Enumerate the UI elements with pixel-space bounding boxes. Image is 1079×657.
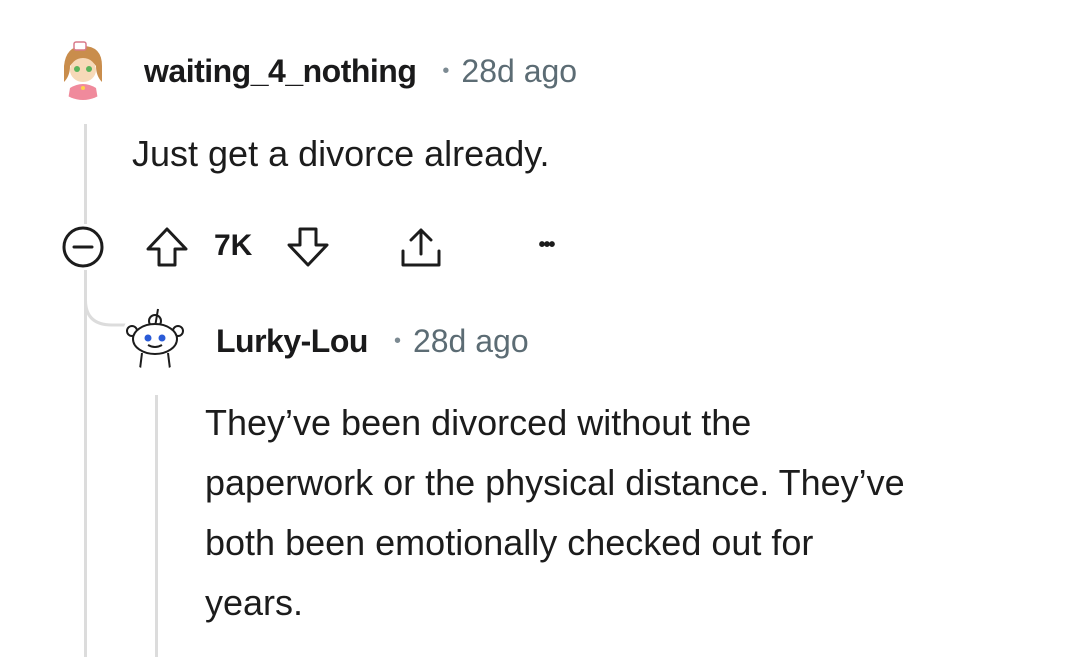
- separator-dot: •: [442, 59, 450, 82]
- more-options-button[interactable]: •••: [522, 228, 570, 262]
- snoo-avatar-icon: [52, 38, 114, 100]
- vote-score: 7K: [214, 229, 253, 262]
- reply-header: Lurky-Lou • 28d ago: [216, 320, 529, 362]
- reply-body: They’ve been divorced without the paperw…: [205, 393, 905, 633]
- share-icon: [401, 228, 441, 267]
- upvote-button[interactable]: [142, 222, 192, 272]
- thread-line-reply[interactable]: [155, 395, 158, 657]
- username[interactable]: waiting_4_nothing: [144, 53, 417, 90]
- upvote-arrow-icon: [146, 227, 188, 267]
- comment-body: Just get a divorce already.: [132, 133, 550, 174]
- reply-body-line: paperwork or the physical distance. They…: [205, 462, 905, 503]
- reply-body-line: both been emotionally checked out for: [205, 522, 814, 563]
- timestamp[interactable]: 28d ago: [461, 53, 577, 90]
- username[interactable]: Lurky-Lou: [216, 323, 368, 360]
- avatar-lurky-lou[interactable]: [122, 305, 188, 371]
- reply-body-line: years.: [205, 582, 304, 623]
- more-options-icon: •••: [538, 233, 555, 256]
- separator-dot: •: [393, 329, 401, 352]
- downvote-arrow-icon: [287, 227, 329, 267]
- collapse-minus-icon: [62, 226, 104, 268]
- snoo-avatar-icon: [122, 305, 188, 371]
- collapse-button[interactable]: [57, 224, 109, 270]
- comment-header: waiting_4_nothing • 28d ago: [144, 50, 577, 92]
- share-button[interactable]: [396, 222, 446, 272]
- timestamp[interactable]: 28d ago: [413, 323, 529, 360]
- downvote-button[interactable]: [283, 222, 333, 272]
- avatar-waiting-4-nothing[interactable]: [52, 38, 114, 100]
- thread-line-root[interactable]: [84, 124, 87, 224]
- reply-body-line: They’ve been divorced without the: [205, 402, 752, 443]
